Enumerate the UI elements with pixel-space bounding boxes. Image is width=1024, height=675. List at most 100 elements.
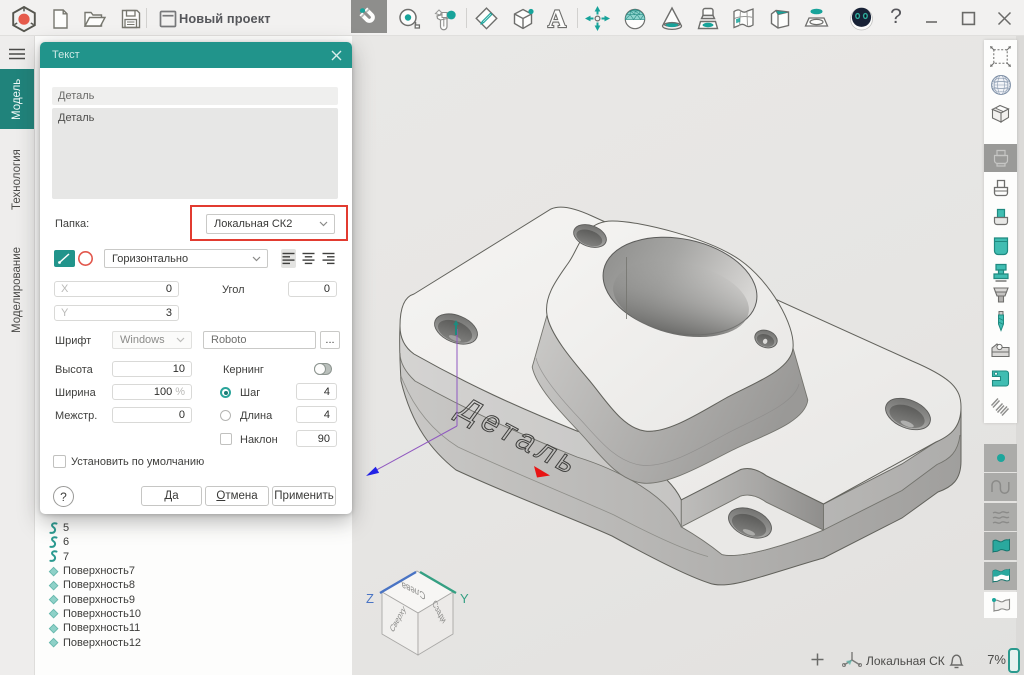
align-right-button[interactable] bbox=[321, 249, 336, 268]
align-left-button[interactable] bbox=[281, 249, 296, 268]
tree-item[interactable]: Поверхность9 bbox=[47, 593, 135, 607]
tree-item[interactable]: 5 bbox=[47, 521, 69, 535]
magnet-icon[interactable] bbox=[351, 0, 387, 33]
slant-field[interactable]: 90 bbox=[296, 430, 337, 447]
die-block-button[interactable] bbox=[984, 144, 1017, 172]
apply-button[interactable]: Применить bbox=[272, 486, 336, 506]
hamburger-menu-icon[interactable] bbox=[9, 47, 25, 65]
wire-sphere-icon[interactable] bbox=[987, 71, 1014, 98]
maximize-icon[interactable] bbox=[958, 8, 978, 28]
tab-technology[interactable]: Технология bbox=[0, 136, 34, 224]
tape-measure-icon[interactable] bbox=[392, 2, 425, 35]
patch-surface-icon[interactable] bbox=[987, 43, 1014, 70]
new-document-icon[interactable] bbox=[43, 2, 76, 35]
coordinate-system-icon[interactable] bbox=[841, 651, 863, 675]
tree-item[interactable]: Поверхность8 bbox=[47, 578, 135, 592]
curve-mode-button[interactable] bbox=[984, 473, 1017, 501]
tree-item[interactable]: Поверхность11 bbox=[47, 621, 140, 635]
tree-item[interactable]: Поверхность10 bbox=[47, 607, 141, 621]
solid-mode-button[interactable] bbox=[984, 532, 1017, 560]
plate-emboss-icon[interactable] bbox=[800, 2, 833, 35]
width-field[interactable]: 100 % bbox=[112, 384, 192, 400]
add-cs-button[interactable] bbox=[810, 652, 825, 667]
assistant-robot-icon[interactable] bbox=[845, 2, 878, 35]
open-folder-icon[interactable] bbox=[78, 2, 111, 35]
circle-style-button[interactable] bbox=[77, 250, 94, 267]
drill-bit-icon[interactable] bbox=[987, 308, 1014, 335]
help-icon[interactable]: ? bbox=[884, 4, 908, 30]
dialog-header[interactable]: Текст bbox=[40, 42, 352, 68]
minimize-icon[interactable] bbox=[922, 8, 942, 28]
wireframe-mode-button[interactable] bbox=[984, 592, 1017, 618]
caliper-icon[interactable] bbox=[428, 2, 461, 35]
cube-face-icon[interactable] bbox=[763, 2, 796, 35]
cylinder-teal-icon[interactable] bbox=[987, 233, 1014, 260]
toggle-knob bbox=[314, 363, 326, 375]
view-cube[interactable]: Z Y Слева Сверху Сзади bbox=[366, 571, 469, 655]
step-field[interactable]: 4 bbox=[296, 383, 337, 400]
font-name-field[interactable]: Roboto bbox=[203, 331, 316, 349]
right-gutter bbox=[1016, 36, 1024, 675]
tree-item[interactable]: 6 bbox=[47, 535, 69, 549]
font-system-dropdown[interactable]: Windows bbox=[112, 331, 192, 349]
cone-body-icon[interactable] bbox=[655, 2, 688, 35]
length-field[interactable]: 4 bbox=[296, 406, 337, 423]
bell-icon[interactable] bbox=[947, 651, 966, 675]
die-stack-icon[interactable] bbox=[987, 281, 1014, 308]
linespacing-label: Межстр. bbox=[55, 410, 97, 422]
ok-button[interactable]: Да bbox=[141, 486, 202, 506]
mesh-sphere-icon[interactable] bbox=[618, 2, 651, 35]
chevron-down-icon bbox=[252, 256, 261, 262]
app-logo-hexagon[interactable] bbox=[7, 2, 40, 35]
linespacing-field[interactable]: 0 bbox=[112, 407, 192, 423]
default-checkbox[interactable] bbox=[53, 455, 66, 468]
move-arrows-icon[interactable] bbox=[581, 2, 614, 35]
viewport-3d[interactable]: Деталь Z Y Слева Сверху Сзади bbox=[352, 36, 1024, 675]
font-label: Шрифт bbox=[55, 335, 91, 347]
tree-item[interactable]: 7 bbox=[47, 550, 69, 564]
sketch-plane-icon[interactable] bbox=[470, 2, 503, 35]
dialog-help-button[interactable]: ? bbox=[53, 486, 74, 507]
surface-mode-button[interactable] bbox=[984, 503, 1017, 531]
angle-field[interactable]: 0 bbox=[288, 281, 337, 297]
slant-checkbox[interactable] bbox=[220, 433, 232, 445]
length-radio[interactable] bbox=[220, 410, 231, 421]
hollow-box-icon[interactable] bbox=[987, 100, 1014, 127]
height-field[interactable]: 10 bbox=[112, 361, 192, 377]
name-input[interactable]: Деталь bbox=[52, 87, 338, 105]
tab-model[interactable]: Модель bbox=[0, 69, 34, 129]
hatch-lines-icon[interactable] bbox=[987, 393, 1014, 420]
project-title: Новый проект bbox=[179, 11, 271, 26]
point-mode-button[interactable] bbox=[984, 444, 1017, 472]
text-tool-icon[interactable]: A bbox=[540, 2, 573, 35]
align-center-button[interactable] bbox=[301, 249, 316, 268]
kerning-toggle[interactable] bbox=[314, 363, 332, 375]
text-area[interactable]: Деталь bbox=[52, 108, 338, 199]
close-icon[interactable] bbox=[994, 8, 1014, 28]
map-sheet-icon[interactable] bbox=[727, 2, 760, 35]
flag-filled-icon bbox=[989, 534, 1013, 558]
punch-small-icon[interactable] bbox=[987, 204, 1014, 231]
dialog-close-icon[interactable] bbox=[328, 47, 344, 63]
highlight-frame bbox=[190, 205, 348, 241]
step-radio[interactable] bbox=[220, 387, 231, 398]
orientation-dropdown[interactable]: Горизонтально bbox=[104, 249, 268, 268]
tab-modeling[interactable]: Моделирование bbox=[0, 231, 34, 349]
punch-cylinder-icon[interactable] bbox=[987, 175, 1014, 202]
die-block-icon bbox=[989, 146, 1013, 170]
y-field[interactable]: Y 3 bbox=[54, 305, 179, 321]
cancel-button[interactable]: Отмена bbox=[205, 486, 269, 506]
bracket-icon[interactable] bbox=[987, 365, 1014, 392]
active-cs-label[interactable]: Локальная СК2 bbox=[866, 654, 945, 668]
x-field[interactable]: X 0 bbox=[54, 281, 179, 297]
surface-icon bbox=[47, 565, 60, 578]
cube-vertex-icon[interactable] bbox=[506, 2, 539, 35]
tree-item[interactable]: Поверхность7 bbox=[47, 564, 135, 578]
font-browse-button[interactable]: ... bbox=[320, 331, 340, 349]
press-form-icon[interactable] bbox=[691, 2, 724, 35]
tree-item[interactable]: Поверхность12 bbox=[47, 635, 141, 649]
sheet-mode-button[interactable] bbox=[984, 562, 1017, 590]
save-icon[interactable] bbox=[114, 2, 147, 35]
line-style-button[interactable] bbox=[54, 250, 75, 267]
clamp-part-icon[interactable] bbox=[987, 337, 1014, 364]
